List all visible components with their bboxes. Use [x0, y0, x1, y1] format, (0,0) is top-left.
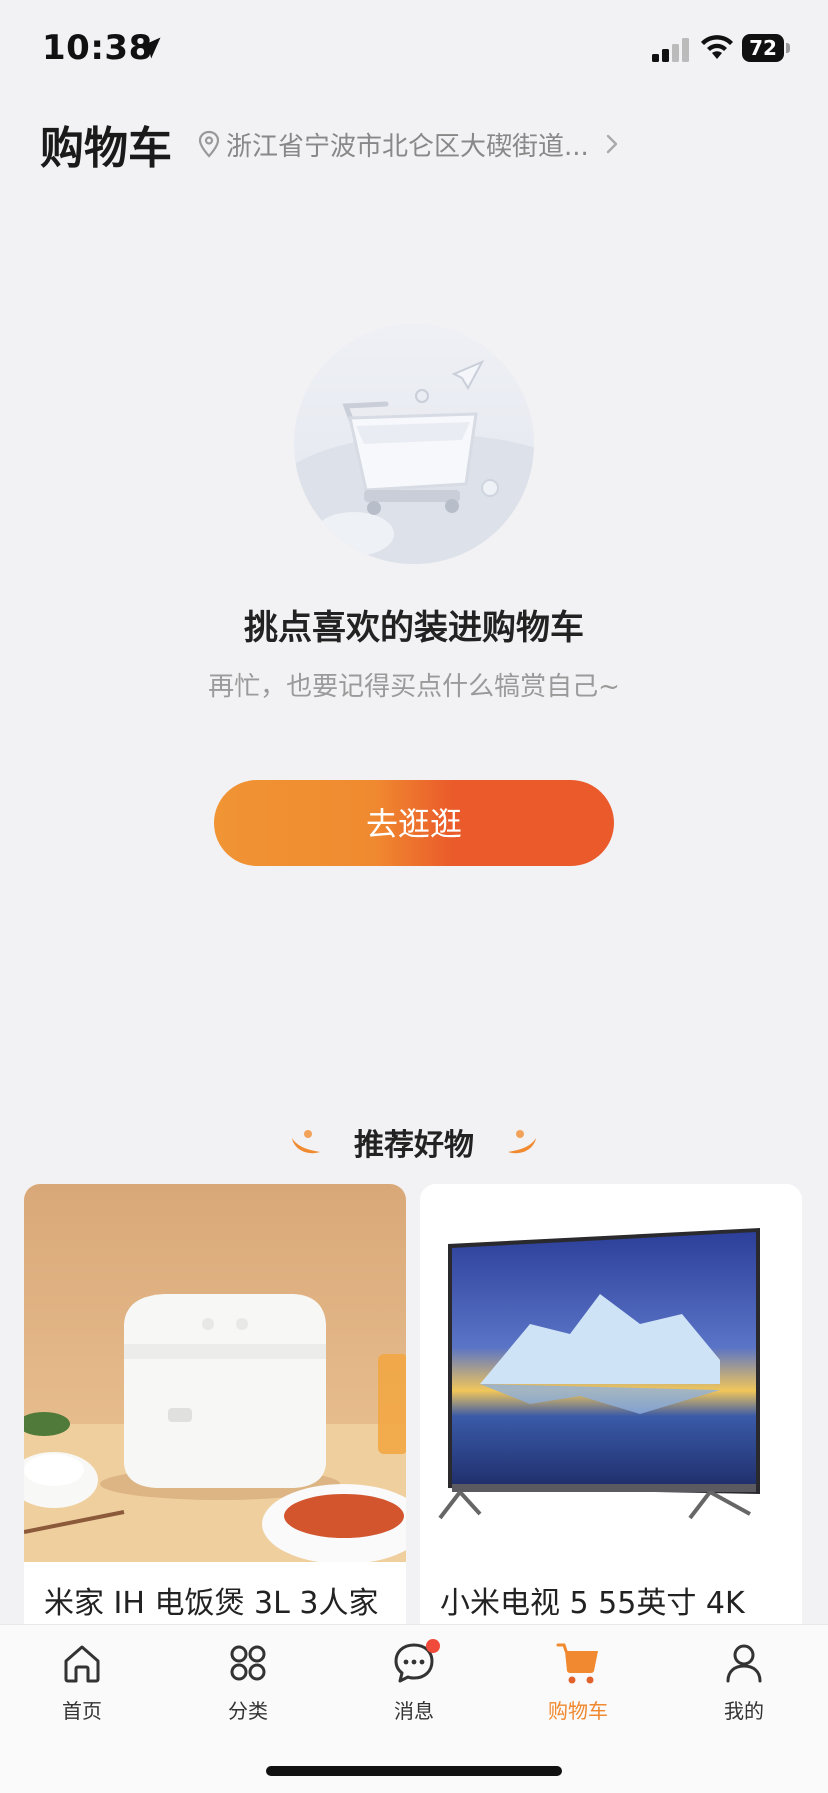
recommend-title: 推荐好物	[354, 1128, 474, 1163]
tab-label: 购物车	[548, 1699, 608, 1723]
product-title: 小米电视 5 55英寸 4K	[440, 1586, 745, 1621]
tab-label: 分类	[228, 1699, 268, 1723]
home-indicator[interactable]	[266, 1766, 562, 1776]
wifi-icon	[701, 35, 733, 59]
notification-badge	[426, 1639, 440, 1653]
rice-cooker-image	[24, 1184, 406, 1562]
empty-cart-icon	[294, 359, 534, 564]
decorative-swirl-right-icon	[508, 1130, 536, 1154]
tab-profile[interactable]: 我的	[684, 1639, 804, 1739]
header: 购物车 浙江省宁波市北仑区大碶街道...	[0, 100, 828, 180]
empty-cart-illustration	[294, 324, 534, 564]
address-text: 浙江省宁波市北仑区大碶街道...	[226, 131, 589, 162]
cart-icon	[556, 1643, 598, 1684]
tab-cart[interactable]: 购物车	[518, 1639, 638, 1739]
tab-label: 我的	[724, 1699, 764, 1723]
home-icon	[64, 1645, 100, 1683]
tab-home[interactable]: 首页	[22, 1639, 142, 1739]
chevron-right-icon	[606, 134, 617, 154]
empty-cart-subtitle: 再忙，也要记得买点什么犒赏自己~	[208, 672, 620, 702]
go-shopping-button[interactable]: 去逛逛	[214, 780, 614, 866]
cellular-signal-icon	[652, 38, 689, 62]
recommend-header: 推荐好物	[0, 1116, 828, 1168]
decorative-swirl-left-icon	[292, 1130, 320, 1154]
tab-category[interactable]: 分类	[188, 1639, 308, 1739]
tv-image	[420, 1184, 802, 1562]
empty-cart-title: 挑点喜欢的装进购物车	[244, 608, 584, 648]
location-pin-icon	[198, 130, 220, 158]
address-selector[interactable]: 浙江省宁波市北仑区大碶街道...	[198, 126, 621, 162]
product-title: 米家 IH 电饭煲 3L 3人家	[44, 1586, 379, 1621]
battery-icon: 72	[742, 34, 790, 62]
category-icon	[230, 1645, 266, 1681]
tab-label: 消息	[394, 1699, 434, 1723]
profile-icon	[726, 1644, 762, 1683]
tab-messages[interactable]: 消息	[354, 1639, 474, 1739]
page-title: 购物车	[40, 123, 172, 174]
tab-label: 首页	[62, 1699, 102, 1723]
location-arrow-icon	[139, 37, 161, 59]
product-card-tv[interactable]: 小米电视 5 55英寸 4K	[420, 1184, 802, 1624]
battery-percent: 72	[749, 36, 777, 60]
product-card-rice-cooker[interactable]: 米家 IH 电饭煲 3L 3人家	[24, 1184, 406, 1624]
status-bar: 10:38 72	[0, 0, 828, 100]
